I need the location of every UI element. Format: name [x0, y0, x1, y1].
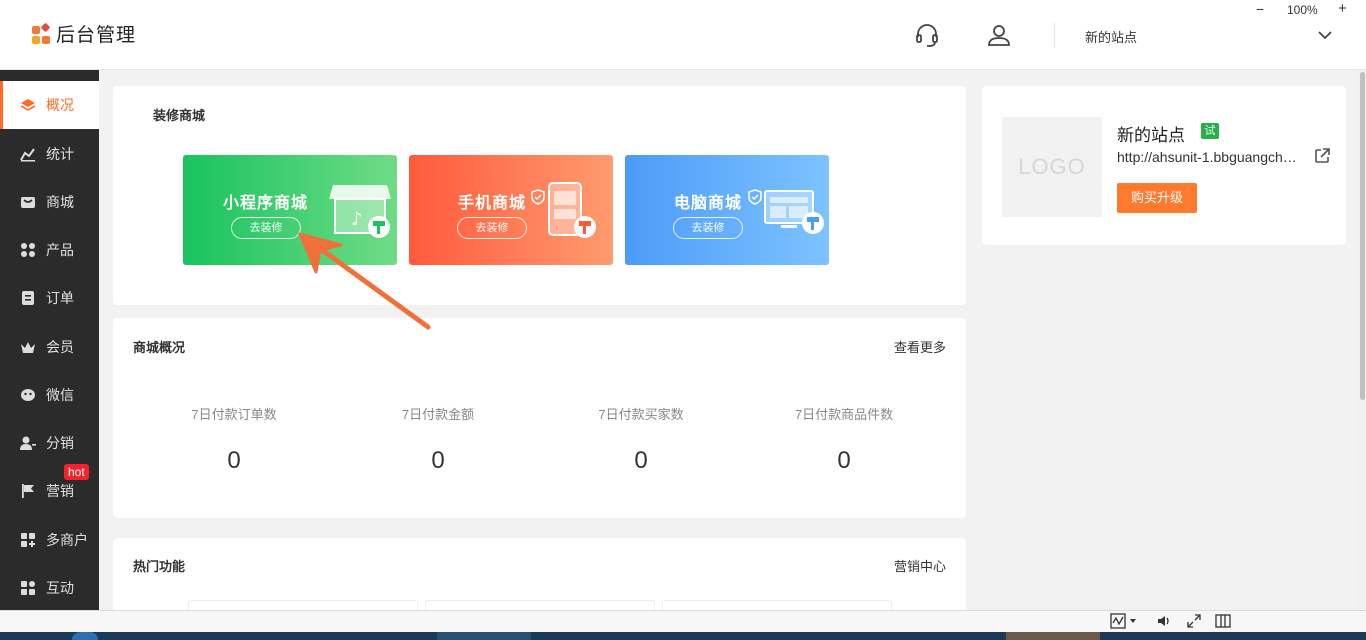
fullscreen-icon[interactable]	[1186, 613, 1202, 629]
brand[interactable]: 后台管理	[32, 20, 136, 47]
sidebar-item-distribution[interactable]: 分销	[0, 419, 99, 467]
sidebar-item-stats[interactable]: 统计	[0, 130, 99, 178]
chevron-down-icon[interactable]	[1316, 26, 1334, 44]
decorate-button[interactable]: 去装修	[673, 217, 743, 239]
sidebar-item-mall[interactable]: 商城	[0, 178, 99, 226]
layers-icon	[20, 99, 36, 111]
sidebar-item-label: 统计	[46, 146, 74, 162]
stat-label: 7日付款金额	[401, 407, 475, 422]
store-icon	[21, 197, 35, 208]
shield-check-icon	[531, 189, 545, 205]
headset-icon[interactable]	[914, 22, 940, 48]
zoom-out-button[interactable]: −	[1256, 1, 1264, 17]
sidebar-top-strip	[0, 70, 99, 79]
shield-check-icon	[748, 189, 762, 205]
order-icon	[22, 291, 34, 305]
sidebar-item-label: 微信	[46, 387, 74, 403]
chart-icon	[20, 148, 35, 162]
buy-upgrade-button[interactable]: 购买升级	[1117, 183, 1197, 213]
interact-icon	[21, 581, 35, 595]
distribution-icon	[20, 436, 36, 450]
zoom-level: 100%	[1287, 3, 1318, 17]
taskbar-app[interactable]	[1006, 632, 1100, 640]
hot-badge: hot	[64, 464, 89, 480]
feature-tile[interactable]	[188, 600, 418, 610]
sidebar-item-label: 商城	[46, 194, 74, 210]
stat-buyers: 7日付款买家数 0	[541, 404, 741, 475]
performance-icon[interactable]	[1110, 613, 1140, 629]
top-header: 后台管理 新的站点	[0, 0, 1366, 70]
feature-tile[interactable]	[662, 600, 892, 610]
grid-icon	[21, 243, 35, 257]
header-divider	[1054, 22, 1055, 48]
sidebar-item-multi-merchant[interactable]: 多商户	[0, 516, 99, 564]
stat-label: 7日付款订单数	[191, 407, 277, 422]
shop-logo: LOGO	[1002, 117, 1102, 217]
sidebar-item-label: 互动	[46, 580, 74, 596]
stat-amount: 7日付款金额 0	[338, 404, 538, 475]
sidebar-item-label: 多商户	[46, 532, 88, 548]
user-icon[interactable]	[986, 22, 1012, 48]
external-link-icon[interactable]	[1313, 147, 1331, 165]
stat-items: 7日付款商品件数 0	[744, 404, 944, 475]
monitor-icon	[764, 190, 824, 234]
svg-text:♪: ♪	[351, 209, 363, 230]
tile-mini-program-mall[interactable]: 小程序商城 去装修 ♪	[183, 155, 397, 265]
flag-icon	[22, 484, 34, 498]
shop-url[interactable]: http://ahsunit-1.bbguangchang.com	[1117, 149, 1303, 165]
sidebar-item-label: 分销	[46, 435, 74, 451]
stat-value: 0	[227, 447, 241, 474]
feature-tile[interactable]	[425, 600, 655, 610]
merchant-icon	[21, 533, 35, 547]
marketing-center-link[interactable]: 营销中心	[894, 556, 946, 575]
sidebar-item-label: 概况	[46, 97, 74, 113]
scrollbar-thumb[interactable]	[1360, 72, 1365, 400]
phone-icon	[548, 182, 596, 238]
brand-logo-icon	[32, 22, 52, 44]
crown-icon	[21, 342, 35, 353]
sidebar-item-overview[interactable]: 概况	[0, 81, 99, 129]
sidebar-item-wechat[interactable]: 微信	[0, 371, 99, 419]
volume-icon[interactable]	[1156, 613, 1172, 629]
view-more-link[interactable]: 查看更多	[894, 337, 946, 356]
tile-name: 电脑商城	[674, 195, 743, 212]
shop-name: 新的站点	[1117, 126, 1185, 145]
start-button[interactable]	[72, 632, 98, 640]
stat-value: 0	[634, 447, 648, 474]
hot-features-title: 热门功能	[133, 559, 186, 574]
overview-title: 商城概况	[133, 340, 186, 355]
stat-value: 0	[431, 447, 445, 474]
site-switcher-label[interactable]: 新的站点	[1085, 27, 1137, 46]
os-taskbar	[0, 632, 1366, 640]
mini-program-store-icon: ♪	[329, 185, 391, 238]
decorate-title: 装修商城	[153, 108, 206, 123]
sidebar-item-interaction[interactable]: 互动	[0, 564, 99, 612]
sidebar-item-members[interactable]: 会员	[0, 323, 99, 371]
brand-title: 后台管理	[56, 25, 137, 46]
sidebar-item-orders[interactable]: 订单	[0, 274, 99, 322]
zoom-in-button[interactable]: +	[1338, 0, 1347, 17]
sidebar-item-label: 会员	[46, 339, 74, 355]
stat-value: 0	[837, 447, 851, 474]
stat-label: 7日付款买家数	[598, 407, 684, 422]
sidebar-item-products[interactable]: 产品	[0, 226, 99, 274]
decorate-button[interactable]: 去装修	[231, 217, 301, 239]
split-view-icon[interactable]	[1215, 613, 1231, 629]
sidebar-item-label: 营销	[46, 483, 74, 499]
trial-badge: 试	[1201, 123, 1219, 139]
tile-name: 小程序商城	[223, 195, 309, 212]
tile-pc-mall[interactable]: 电脑商城 去装修	[625, 155, 829, 265]
decorate-button[interactable]: 去装修	[457, 217, 527, 239]
wechat-icon	[21, 389, 35, 401]
sidebar-item-label: 产品	[46, 242, 74, 258]
sidebar-item-label: 订单	[46, 290, 74, 306]
tile-mobile-mall[interactable]: 手机商城 去装修	[409, 155, 613, 265]
stat-orders: 7日付款订单数 0	[134, 404, 334, 475]
tile-name: 手机商城	[458, 195, 527, 212]
stat-label: 7日付款商品件数	[794, 407, 894, 422]
taskbar-app[interactable]	[437, 632, 531, 640]
